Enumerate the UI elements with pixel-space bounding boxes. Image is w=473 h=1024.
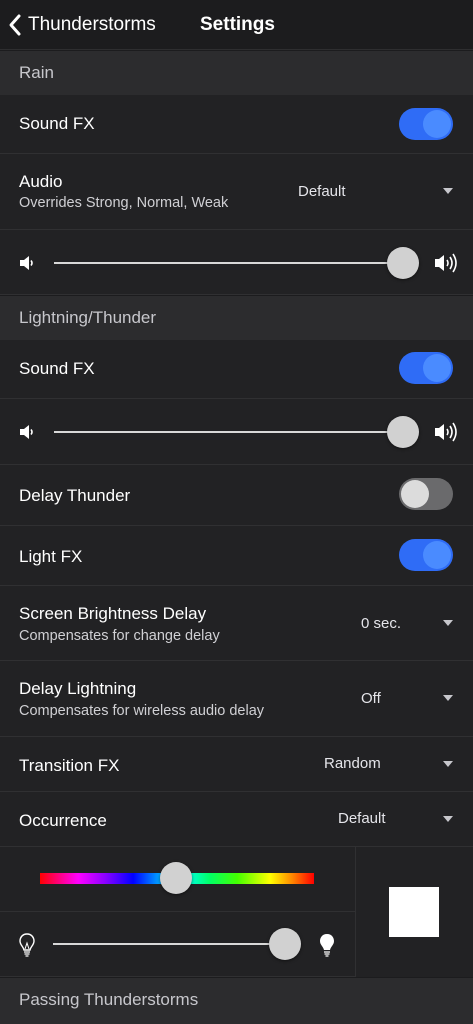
transition-fx-value: Random xyxy=(324,755,381,772)
toggle-knob xyxy=(423,354,451,382)
transition-fx-label: Transition FX xyxy=(19,756,120,775)
speaker-high-icon xyxy=(435,422,457,442)
brightness-row xyxy=(0,912,355,977)
delay-lightning-row[interactable]: Delay Lightning Compensates for wireless… xyxy=(0,661,473,737)
screen-brightness-delay-row[interactable]: Screen Brightness Delay Compensates for … xyxy=(0,586,473,661)
brightness-thumb[interactable] xyxy=(269,928,301,960)
delay-thunder-row: Delay Thunder xyxy=(0,465,473,526)
nav-bar: Thunderstorms Settings xyxy=(0,0,473,50)
color-preview-area xyxy=(355,847,473,977)
lightning-sound-fx-toggle[interactable] xyxy=(399,352,453,384)
speaker-high-icon xyxy=(435,253,457,273)
screen-brightness-delay-value: 0 sec. xyxy=(361,615,402,632)
rain-audio-row[interactable]: Audio Overrides Strong, Normal, Weak Def… xyxy=(0,154,473,230)
section-title-rain: Rain xyxy=(19,63,54,82)
section-header-passing: Passing Thunderstorms xyxy=(0,978,473,1024)
back-button-label: Thunderstorms xyxy=(28,14,156,35)
page-title: Settings xyxy=(200,14,275,35)
color-swatch[interactable] xyxy=(389,887,439,937)
rain-sound-fx-label: Sound FX xyxy=(19,114,95,133)
delay-thunder-toggle[interactable] xyxy=(399,478,453,510)
delay-lightning-value: Off xyxy=(361,690,381,707)
rain-sound-fx-toggle[interactable] xyxy=(399,108,453,140)
toggle-knob xyxy=(401,480,429,508)
rain-audio-label: Audio xyxy=(19,172,63,191)
lightning-volume-thumb[interactable] xyxy=(387,416,419,448)
lightning-sound-fx-row: Sound FX xyxy=(0,340,473,399)
light-fx-toggle[interactable] xyxy=(399,539,453,571)
light-fx-row: Light FX xyxy=(0,526,473,586)
caret-down-icon xyxy=(443,816,453,822)
back-button[interactable]: Thunderstorms xyxy=(8,12,156,38)
speaker-low-icon xyxy=(20,256,33,270)
rain-sound-fx-row: Sound FX xyxy=(0,95,473,154)
rain-volume-track[interactable] xyxy=(54,262,404,264)
section-header-rain: Rain xyxy=(0,51,473,95)
toggle-knob xyxy=(423,110,451,138)
occurrence-label: Occurrence xyxy=(19,811,107,830)
screen-brightness-delay-label: Screen Brightness Delay xyxy=(19,604,207,623)
rain-volume-thumb[interactable] xyxy=(387,247,419,279)
caret-down-icon xyxy=(443,761,453,767)
chevron-left-icon xyxy=(9,14,21,36)
occurrence-value: Default xyxy=(338,810,386,827)
brightness-track[interactable] xyxy=(53,943,293,945)
rain-volume-row xyxy=(0,230,473,295)
lightning-volume-track[interactable] xyxy=(54,431,404,433)
rain-audio-sublabel: Overrides Strong, Normal, Weak xyxy=(19,195,229,211)
delay-thunder-label: Delay Thunder xyxy=(19,486,131,505)
bulb-outline-icon xyxy=(19,933,35,957)
transition-fx-row[interactable]: Transition FX Random xyxy=(0,737,473,792)
section-title-passing: Passing Thunderstorms xyxy=(19,990,199,1009)
screen-brightness-delay-sublabel: Compensates for change delay xyxy=(19,628,220,644)
speaker-low-icon xyxy=(20,425,33,439)
lightning-sound-fx-label: Sound FX xyxy=(19,359,95,378)
delay-lightning-sublabel: Compensates for wireless audio delay xyxy=(19,703,265,719)
hue-slider-thumb[interactable] xyxy=(160,862,192,894)
toggle-knob xyxy=(423,541,451,569)
lightning-volume-row xyxy=(0,399,473,465)
caret-down-icon xyxy=(443,620,453,626)
rain-audio-value: Default xyxy=(298,183,346,200)
caret-down-icon xyxy=(443,695,453,701)
light-fx-label: Light FX xyxy=(19,547,83,566)
delay-lightning-label: Delay Lightning xyxy=(19,679,137,698)
occurrence-row[interactable]: Occurrence Default xyxy=(0,792,473,847)
bulb-filled-icon xyxy=(320,934,334,957)
section-title-lightning: Lightning/Thunder xyxy=(19,308,157,327)
caret-down-icon xyxy=(443,188,453,194)
section-header-lightning: Lightning/Thunder xyxy=(0,296,473,340)
